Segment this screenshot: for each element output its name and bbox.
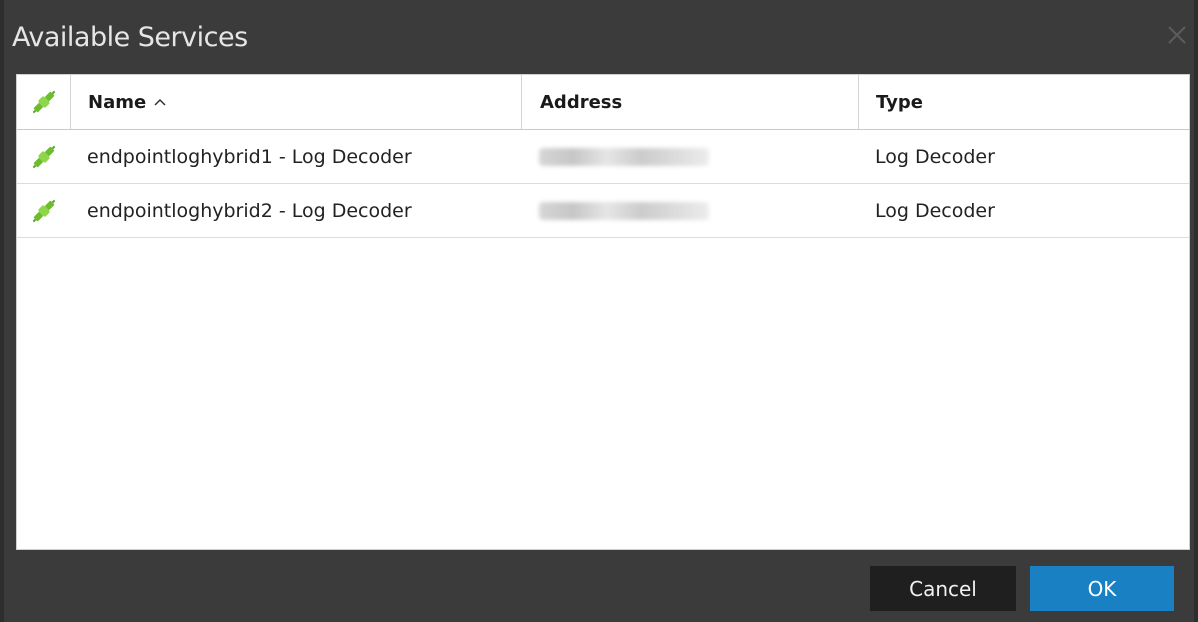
service-name: endpointloghybrid2 - Log Decoder [87, 199, 412, 222]
plug-connected-icon [17, 130, 70, 183]
close-icon[interactable] [1162, 20, 1192, 50]
plug-connected-icon [17, 184, 70, 237]
cancel-button[interactable]: Cancel [870, 566, 1016, 611]
services-table: Name Address Type endpointloghybrid1 - L… [16, 74, 1190, 550]
column-header-type[interactable]: Type [858, 75, 1189, 129]
column-header-name[interactable]: Name [70, 75, 521, 129]
service-name: endpointloghybrid1 - Log Decoder [87, 145, 412, 168]
service-type: Log Decoder [875, 145, 995, 168]
dialog-titlebar: Available Services [4, 0, 1194, 74]
table-header: Name Address Type [17, 75, 1189, 130]
service-address-redacted [521, 184, 858, 237]
table-row[interactable]: endpointloghybrid2 - Log Decoder Log Dec… [17, 184, 1189, 238]
table-row[interactable]: endpointloghybrid1 - Log Decoder Log Dec… [17, 130, 1189, 184]
service-address-redacted [521, 130, 858, 183]
available-services-dialog: Available Services Name Address Type end… [0, 0, 1198, 622]
ok-button[interactable]: OK [1030, 566, 1174, 611]
dialog-footer: Cancel OK [4, 550, 1194, 622]
dialog-title: Available Services [12, 22, 248, 53]
column-header-address[interactable]: Address [521, 75, 858, 129]
sort-ascending-icon [154, 95, 166, 110]
column-header-name-label: Name [88, 91, 147, 113]
service-type: Log Decoder [875, 199, 995, 222]
plug-connected-icon[interactable] [17, 75, 70, 129]
